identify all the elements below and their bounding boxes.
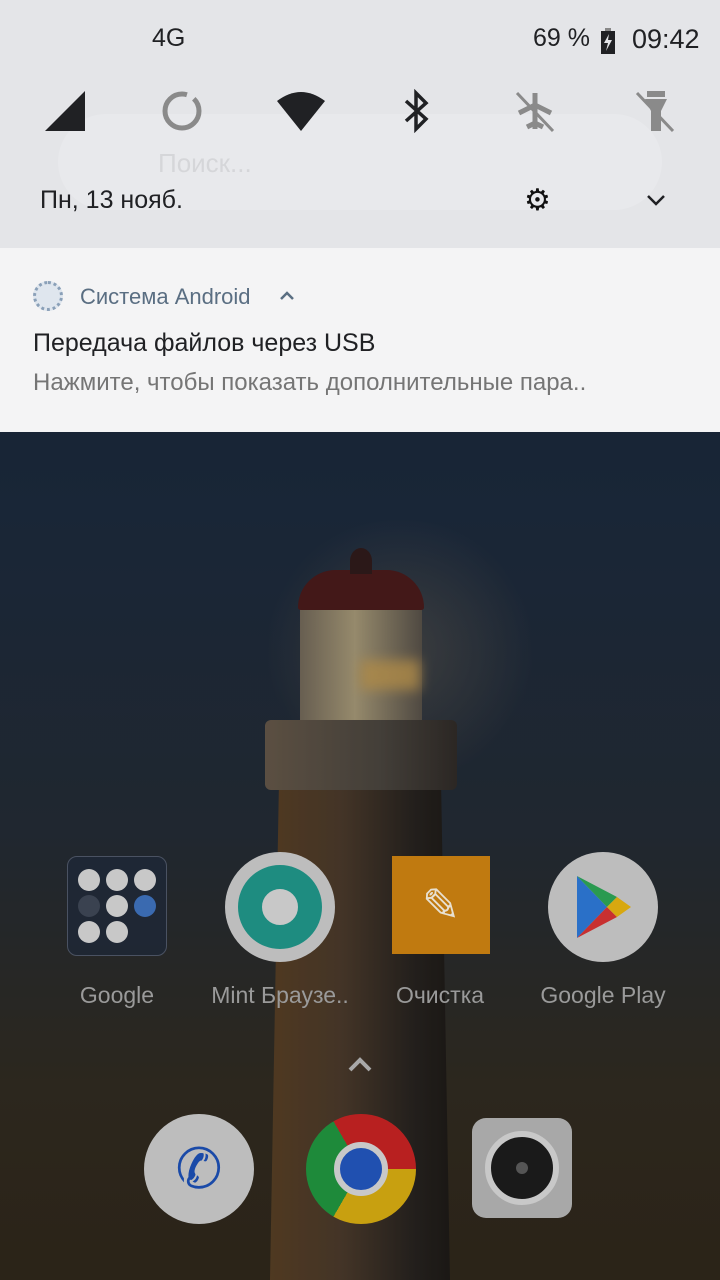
app-label-mint[interactable]: Mint Браузе.. <box>200 982 360 1009</box>
airplane-mode-off-icon[interactable] <box>510 86 560 136</box>
google-play-icon[interactable] <box>548 852 658 962</box>
cleaner-icon[interactable]: ✎ <box>392 856 490 954</box>
search-placeholder: Поиск... <box>158 148 252 178</box>
collapse-chevron-icon[interactable] <box>278 288 296 302</box>
wifi-icon[interactable] <box>275 86 325 136</box>
phone-icon[interactable]: ✆ <box>144 1114 254 1224</box>
app-label-google-play[interactable]: Google Play <box>523 982 683 1009</box>
network-type: 4G <box>152 24 186 52</box>
settings-gear-icon[interactable]: ⚙ <box>524 186 554 216</box>
chrome-icon[interactable] <box>306 1114 416 1224</box>
app-label-cleaner[interactable]: Очистка <box>360 982 520 1009</box>
date: Пн, 13 нояб. <box>40 186 183 214</box>
notification-app-name: Система Android <box>80 284 251 309</box>
mint-browser-icon[interactable] <box>225 852 335 962</box>
expand-chevron-icon[interactable] <box>644 190 668 210</box>
android-system-icon <box>33 281 63 311</box>
quick-settings-panel: Поиск... 4G 69 % 09:42 Пн, 13 нояб. ⚙ <box>0 0 720 248</box>
app-label-google[interactable]: Google <box>37 982 197 1009</box>
notification-text: Нажмите, чтобы показать дополнительные п… <box>33 369 587 396</box>
clock: 09:42 <box>632 24 700 54</box>
app-drawer-chevron-icon[interactable] <box>344 1052 376 1076</box>
flashlight-off-icon[interactable] <box>630 86 680 136</box>
data-saver-icon[interactable] <box>157 86 207 136</box>
bluetooth-icon[interactable] <box>392 86 442 136</box>
google-folder[interactable] <box>67 856 167 956</box>
battery-percent: 69 % <box>533 24 590 52</box>
signal-icon[interactable] <box>40 86 90 136</box>
notification-title: Передача файлов через USB <box>33 329 376 357</box>
battery-charging-icon <box>600 28 616 54</box>
camera-icon[interactable] <box>472 1118 572 1218</box>
